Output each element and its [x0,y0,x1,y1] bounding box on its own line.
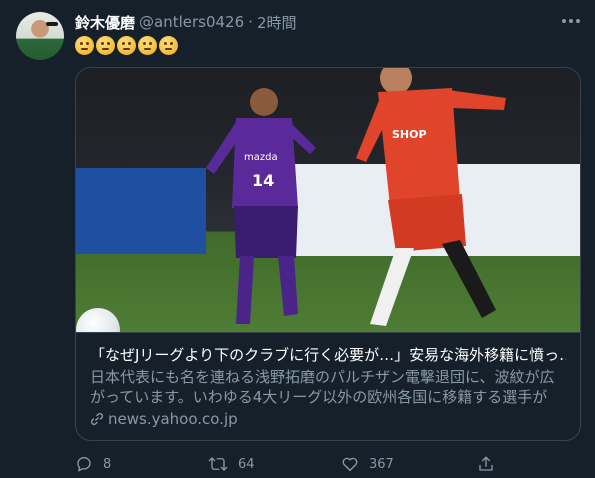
thinking-face-emoji [96,36,115,55]
player-sponsor: SHOP [392,128,427,141]
avatar-shirt-mark [46,22,58,26]
card-title[interactable]: 「なぜJリーグより下のクラブに行く必要が…」安易な海外移籍に憤っ… [90,345,566,365]
more-options-icon[interactable] [561,14,581,28]
retweet-count: 64 [238,456,255,472]
thinking-face-emoji [117,36,136,55]
tweet-timestamp[interactable]: 2時間 [257,12,297,33]
display-name[interactable]: 鈴木優磨 [75,12,135,33]
link-preview-card[interactable]: 14 mazda SHOP 「なぜJリーグより下のクラブに行く必要が…」安易な海… [75,67,581,441]
thinking-face-emoji [138,36,157,55]
separator-dot: · [248,13,253,31]
stadium-board [76,168,206,254]
retweet-button[interactable]: 64 [208,455,341,473]
card-meta[interactable]: 「なぜJリーグより下のクラブに行く必要が…」安易な海外移籍に憤っ… 日本代表にも… [76,332,580,440]
soccer-player-purple: 14 mazda [206,88,316,324]
heart-icon [342,457,358,472]
card-link[interactable]: news.yahoo.co.jp [90,409,566,429]
tweet-text [75,36,178,56]
reply-icon [77,457,91,472]
retweet-icon [208,457,228,471]
player-sponsor: mazda [244,152,278,163]
player-number: 14 [252,171,274,190]
card-description: 日本代表にも名を連ねる浅野拓磨のパルチザン電撃退団に、波紋が広がっています。いわ… [90,368,555,406]
tweet[interactable]: 鈴木優磨 @antlers0426 · 2時間 14 mazda SHOP 「な… [0,0,595,478]
share-button[interactable] [477,455,495,473]
card-photo[interactable]: 14 mazda SHOP [76,68,580,332]
card-domain[interactable]: news.yahoo.co.jp [108,409,238,429]
link-icon [90,412,104,426]
thinking-face-emoji [75,36,94,55]
share-icon [479,456,493,471]
user-avatar[interactable] [16,12,64,60]
thinking-face-emoji [159,36,178,55]
user-handle[interactable]: @antlers0426 [139,13,244,31]
like-count: 367 [369,456,394,472]
tweet-header: 鈴木優磨 @antlers0426 · 2時間 [75,12,296,32]
reply-count: 8 [103,456,112,472]
reply-button[interactable]: 8 [75,455,208,473]
like-button[interactable]: 367 [341,455,477,473]
tweet-actions: 8 64 367 [75,454,505,474]
soccer-ball [76,308,120,332]
soccer-player-orange: SHOP [356,68,506,326]
